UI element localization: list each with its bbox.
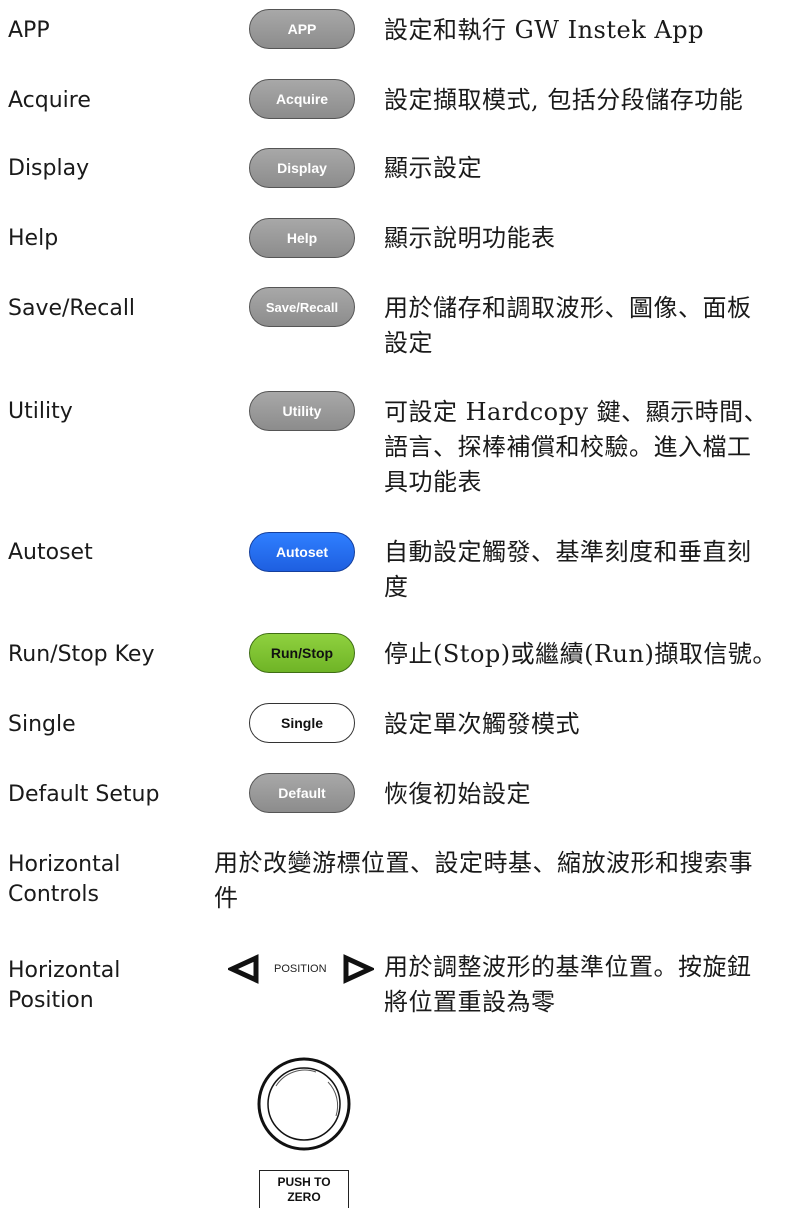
label-acquire: Acquire [8, 88, 91, 113]
label-line: Position [8, 988, 94, 1013]
desc-autoset: 自動設定觸發、基準刻度和垂直刻 度 [384, 535, 804, 605]
push-line: PUSH TO [277, 1175, 331, 1189]
autoset-button[interactable]: Autoset [249, 532, 355, 572]
default-button[interactable]: Default [249, 773, 355, 813]
push-to-zero-label: PUSH TO ZERO [259, 1170, 349, 1208]
desc-line: 設定 [384, 329, 433, 357]
desc-utility: 可設定 Hardcopy 鍵、顯示時間、 語言、探棒補償和校驗。進入檔工 具功能… [384, 395, 804, 500]
run-stop-button[interactable]: Run/Stop [249, 633, 355, 673]
desc-display: 顯示設定 [384, 154, 482, 182]
push-line: ZERO [287, 1190, 321, 1204]
desc-line: 件 [214, 884, 239, 912]
label-default-setup: Default Setup [8, 782, 160, 807]
label-horizontal-position: Horizontal Position [8, 956, 120, 1016]
label-line: Horizontal [8, 852, 121, 877]
right-arrow-icon[interactable] [342, 954, 374, 984]
label-help: Help [8, 226, 59, 251]
single-button[interactable]: Single [249, 703, 355, 743]
desc-line: 度 [384, 573, 409, 601]
position-knob[interactable] [256, 1056, 352, 1160]
help-button[interactable]: Help [249, 218, 355, 258]
app-button[interactable]: APP [249, 9, 355, 49]
desc-line: 語言、探棒補償和校驗。進入檔工 [384, 433, 752, 461]
desc-help: 顯示說明功能表 [384, 224, 556, 252]
acquire-button[interactable]: Acquire [249, 79, 355, 119]
label-single: Single [8, 712, 76, 737]
desc-line: 用於調整波形的基準位置。按旋鈕 [384, 953, 752, 981]
utility-button[interactable]: Utility [249, 391, 355, 431]
desc-run-stop: 停止(Stop)或繼續(Run)擷取信號。 [384, 640, 777, 668]
desc-line: 用於改變游標位置、設定時基、縮放波形和搜索事 [214, 849, 753, 877]
desc-line: 可設定 Hardcopy 鍵、顯示時間、 [384, 398, 769, 426]
desc-single: 設定單次觸發模式 [384, 710, 580, 738]
desc-line: 自動設定觸發、基準刻度和垂直刻 [384, 538, 752, 566]
position-caption: POSITION [274, 963, 327, 975]
left-arrow-icon[interactable] [228, 954, 260, 984]
label-autoset: Autoset [8, 540, 93, 565]
label-run-stop: Run/Stop Key [8, 642, 155, 667]
label-display: Display [8, 156, 90, 181]
label-line: Controls [8, 882, 99, 907]
label-horizontal-controls: Horizontal Controls [8, 850, 120, 910]
desc-save-recall: 用於儲存和調取波形、圖像、面板 設定 [384, 291, 804, 361]
desc-line: 用於儲存和調取波形、圖像、面板 [384, 294, 752, 322]
desc-horizontal-controls: 用於改變游標位置、設定時基、縮放波形和搜索事 件 [214, 846, 804, 916]
label-app: APP [8, 18, 50, 43]
display-button[interactable]: Display [249, 148, 355, 188]
desc-default-setup: 恢復初始設定 [384, 780, 531, 808]
label-utility: Utility [8, 399, 73, 424]
desc-acquire: 設定擷取模式, 包括分段儲存功能 [384, 86, 744, 114]
label-line: Horizontal [8, 958, 121, 983]
desc-line: 具功能表 [384, 468, 482, 496]
label-save-recall: Save/Recall [8, 296, 136, 321]
save-recall-button[interactable]: Save/Recall [249, 287, 355, 327]
desc-app: 設定和執行 GW Instek App [384, 16, 704, 44]
desc-line: 將位置重設為零 [384, 988, 556, 1016]
desc-horizontal-position: 用於調整波形的基準位置。按旋鈕 將位置重設為零 [384, 950, 804, 1020]
